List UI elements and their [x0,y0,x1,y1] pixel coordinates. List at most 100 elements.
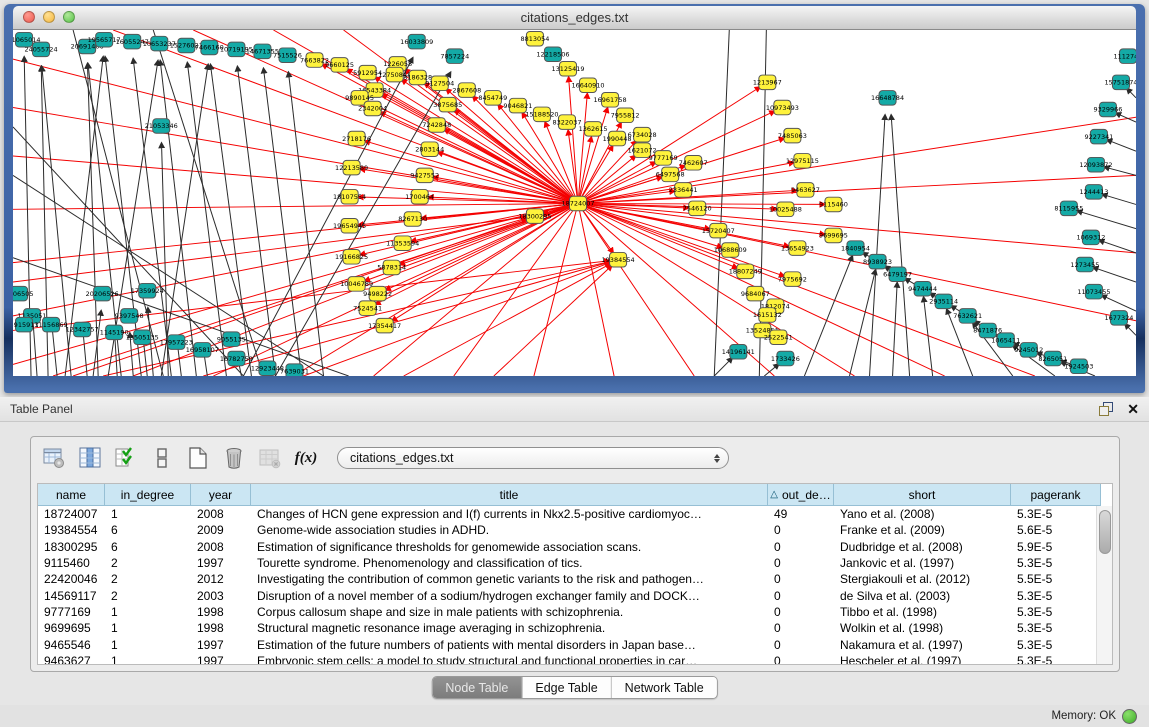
graph-edge[interactable] [454,203,578,376]
graph-edge[interactable] [764,364,778,376]
column-header-year[interactable]: year [191,484,251,506]
table-cell[interactable]: 0 [768,572,834,586]
graph-node[interactable]: 6734028 [628,127,657,142]
table-cell[interactable]: 1 [105,654,191,665]
graph-edge[interactable] [714,30,729,376]
graph-node[interactable]: 9397548 [115,309,144,324]
table-cell[interactable]: 0 [768,654,834,665]
graph-edge[interactable] [13,156,578,203]
tab-network-table[interactable]: Network Table [612,677,717,698]
table-cell[interactable]: 18300295 [38,540,105,554]
table-cell[interactable]: Jankovic et al. (1997) [834,556,1011,570]
window-titlebar[interactable]: citations_edges.txt [13,6,1136,30]
table-cell[interactable]: Investigating the contribution of common… [251,572,768,586]
graph-node[interactable]: 12975115 [786,154,819,169]
graph-node[interactable]: 7462607 [679,156,708,171]
graph-node[interactable]: 12923448 [251,361,284,376]
graph-node[interactable]: 17359924 [131,283,164,298]
table-cell[interactable]: de Silva et al. (2003) [834,589,1011,603]
table-cell[interactable]: 5.5E-5 [1011,572,1101,586]
graph-edge[interactable] [891,115,909,376]
graph-node[interactable]: 16640910 [571,78,604,93]
graph-node[interactable]: 8115955 [1054,201,1083,216]
delete-table-button[interactable] [257,445,283,471]
graph-node[interactable]: 19384554 [602,252,635,267]
graph-node[interactable]: 8938923 [863,254,892,269]
graph-node[interactable]: 9660125 [325,58,354,73]
graph-node[interactable]: 7639031 [280,364,309,376]
table-cell[interactable]: Estimation of significance thresholds fo… [251,540,768,554]
graph-node[interactable]: 14196141 [722,345,755,360]
network-canvas[interactable]: 2106501424055724206914061956571716055247… [13,30,1136,376]
table-cell[interactable]: Hescheler et al. (1997) [834,654,1011,665]
graph-edge[interactable] [494,266,612,376]
graph-edge[interactable] [578,203,1035,376]
table-cell[interactable]: 5.3E-5 [1011,507,1101,521]
table-cell[interactable]: 2 [105,589,191,603]
graph-node[interactable]: 2935114 [929,294,958,309]
table-row[interactable]: 911546021997Tourette syndrome. Phenomeno… [38,555,1112,571]
table-cell[interactable]: 1 [105,638,191,652]
table-cell[interactable]: 1997 [191,654,251,665]
table-cell[interactable]: Franke et al. (2009) [834,523,1011,537]
graph-edge[interactable] [1107,140,1136,151]
table-select-dropdown[interactable]: citations_edges.txt [337,447,729,469]
graph-edge[interactable] [849,270,875,376]
graph-node[interactable]: 7955812 [611,108,640,123]
column-header-short[interactable]: short [834,484,1011,506]
graph-node[interactable]: 18107554 [333,189,366,204]
close-panel-icon[interactable]: ✕ [1127,402,1139,416]
graph-node[interactable]: 12213589 [335,160,368,175]
table-cell[interactable]: 5.3E-5 [1011,556,1101,570]
tab-node-table[interactable]: Node Table [432,677,522,698]
table-cell[interactable]: Corpus callosum shape and size in male p… [251,605,768,619]
graph-edge[interactable] [1125,324,1136,335]
graph-edge[interactable] [804,256,852,376]
table-cell[interactable]: 14569117 [38,589,105,603]
table-cell[interactable]: 1998 [191,605,251,619]
table-cell[interactable]: Estimation of the future numbers of pati… [251,638,768,652]
table-row[interactable]: 1938455462009Genome-wide association stu… [38,522,1112,538]
graph-edge[interactable] [187,63,226,376]
graph-node[interactable]: 13125419 [551,61,584,76]
table-cell[interactable]: Wolkin et al. (1998) [834,621,1011,635]
graph-edge[interactable] [161,65,208,376]
table-cell[interactable]: 5.3E-5 [1011,589,1101,603]
graph-edge[interactable] [1127,89,1136,98]
table-cell[interactable]: 1 [105,507,191,521]
table-cell[interactable]: 19384554 [38,523,105,537]
table-cell[interactable]: 2012 [191,572,251,586]
float-panel-icon[interactable] [1099,402,1113,416]
graph-edge[interactable] [52,326,57,376]
table-settings-button[interactable] [41,445,67,471]
graph-edge[interactable] [264,69,302,376]
table-cell[interactable]: 2008 [191,507,251,521]
table-cell[interactable]: 9465546 [38,638,105,652]
graph-node[interactable]: 8267130 [398,212,427,227]
graph-node[interactable]: 12342757 [66,322,99,337]
close-window-icon[interactable] [23,11,35,23]
graph-node[interactable]: 9474444 [908,282,937,297]
graph-node[interactable]: 9115460 [819,197,848,212]
graph-node[interactable]: 8813054 [520,31,549,46]
graph-node[interactable]: 19654945 [333,219,366,234]
graph-edge[interactable] [893,283,898,376]
table-cell[interactable]: Structural magnetic resonance image aver… [251,621,768,635]
graph-node[interactable]: 9329966 [1093,102,1122,117]
graph-node[interactable]: 17354417 [368,318,401,333]
graph-node[interactable]: 6479197 [883,267,912,282]
graph-node[interactable]: 1069312 [1076,230,1105,245]
graph-edge[interactable] [714,358,732,376]
column-header-pagerank[interactable]: pagerank [1011,484,1101,506]
table-cell[interactable]: 0 [768,556,834,570]
graph-node[interactable]: 7485063 [778,128,807,143]
function-builder-button[interactable]: f(x) [293,445,319,471]
graph-node[interactable]: 16648784 [871,91,904,106]
graph-edge[interactable] [1102,295,1136,311]
table-cell[interactable]: 0 [768,605,834,619]
column-header-in_degree[interactable]: in_degree [105,484,191,506]
column-header-name[interactable]: name [38,484,105,506]
graph-edge[interactable] [13,217,526,282]
table-cell[interactable]: 6 [105,540,191,554]
graph-edge[interactable] [870,115,886,376]
